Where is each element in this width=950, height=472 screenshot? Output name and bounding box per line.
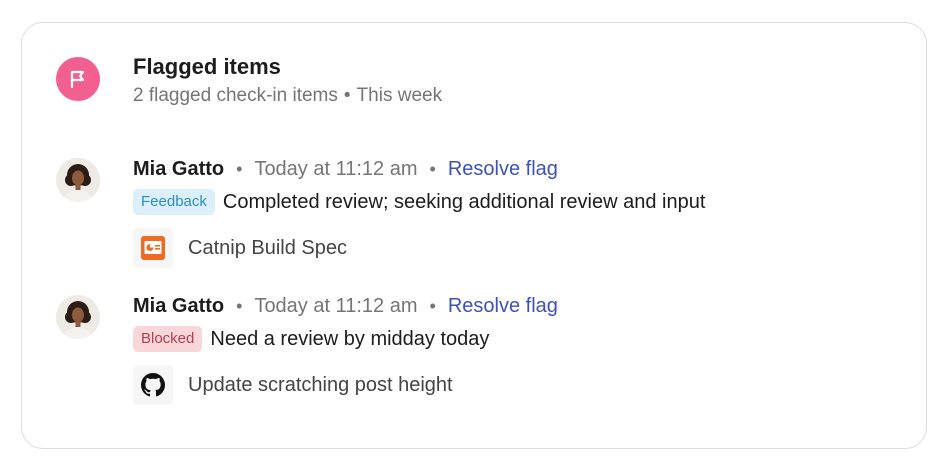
flagged-item: Mia Gatto • Today at 11:12 am • Resolve … [22,290,926,420]
card-title: Flagged items [133,54,281,79]
author-name[interactable]: Mia Gatto [133,158,224,181]
timestamp: Today at 11:12 am [254,295,418,317]
item-status-row: Feedback Completed review; seeking addit… [133,189,705,215]
subtitle-separator: • [343,85,351,106]
attachment-title[interactable]: Update scratching post height [188,374,453,397]
presentation-icon [133,228,173,268]
item-meta: Mia Gatto • Today at 11:12 am • Resolve … [133,295,558,318]
meta-separator: • [236,296,243,316]
time-period: This week [356,85,443,106]
blocked-tag: Blocked [133,326,203,352]
attachment[interactable]: Catnip Build Spec [133,228,347,268]
avatar[interactable] [56,158,100,202]
feedback-tag: Feedback [133,189,215,215]
flagged-items-card: Flagged items 2 flagged check-in items • T… [21,22,927,449]
flagged-item: Mia Gatto • Today at 11:12 am • Resolve … [22,153,926,283]
attachment-title[interactable]: Catnip Build Spec [188,237,347,260]
item-meta: Mia Gatto • Today at 11:12 am • Resolve … [133,158,558,181]
flag-icon [56,57,100,101]
resolve-flag-link[interactable]: Resolve flag [448,295,558,318]
attachment[interactable]: Update scratching post height [133,365,453,405]
author-name[interactable]: Mia Gatto [133,295,224,318]
resolve-flag-link[interactable]: Resolve flag [448,158,558,181]
meta-separator: • [429,296,436,316]
flagged-count: 2 flagged check-in items [133,85,338,106]
item-message: Completed review; seeking additional rev… [222,190,706,213]
item-message: Need a review by midday today [210,327,490,350]
github-icon [133,365,173,405]
avatar[interactable] [56,295,100,339]
timestamp: Today at 11:12 am [254,158,418,180]
meta-separator: • [429,159,436,179]
item-status-row: Blocked Need a review by midday today [133,326,489,352]
card-subtitle: 2 flagged check-in items • This week [133,85,442,107]
meta-separator: • [236,159,243,179]
